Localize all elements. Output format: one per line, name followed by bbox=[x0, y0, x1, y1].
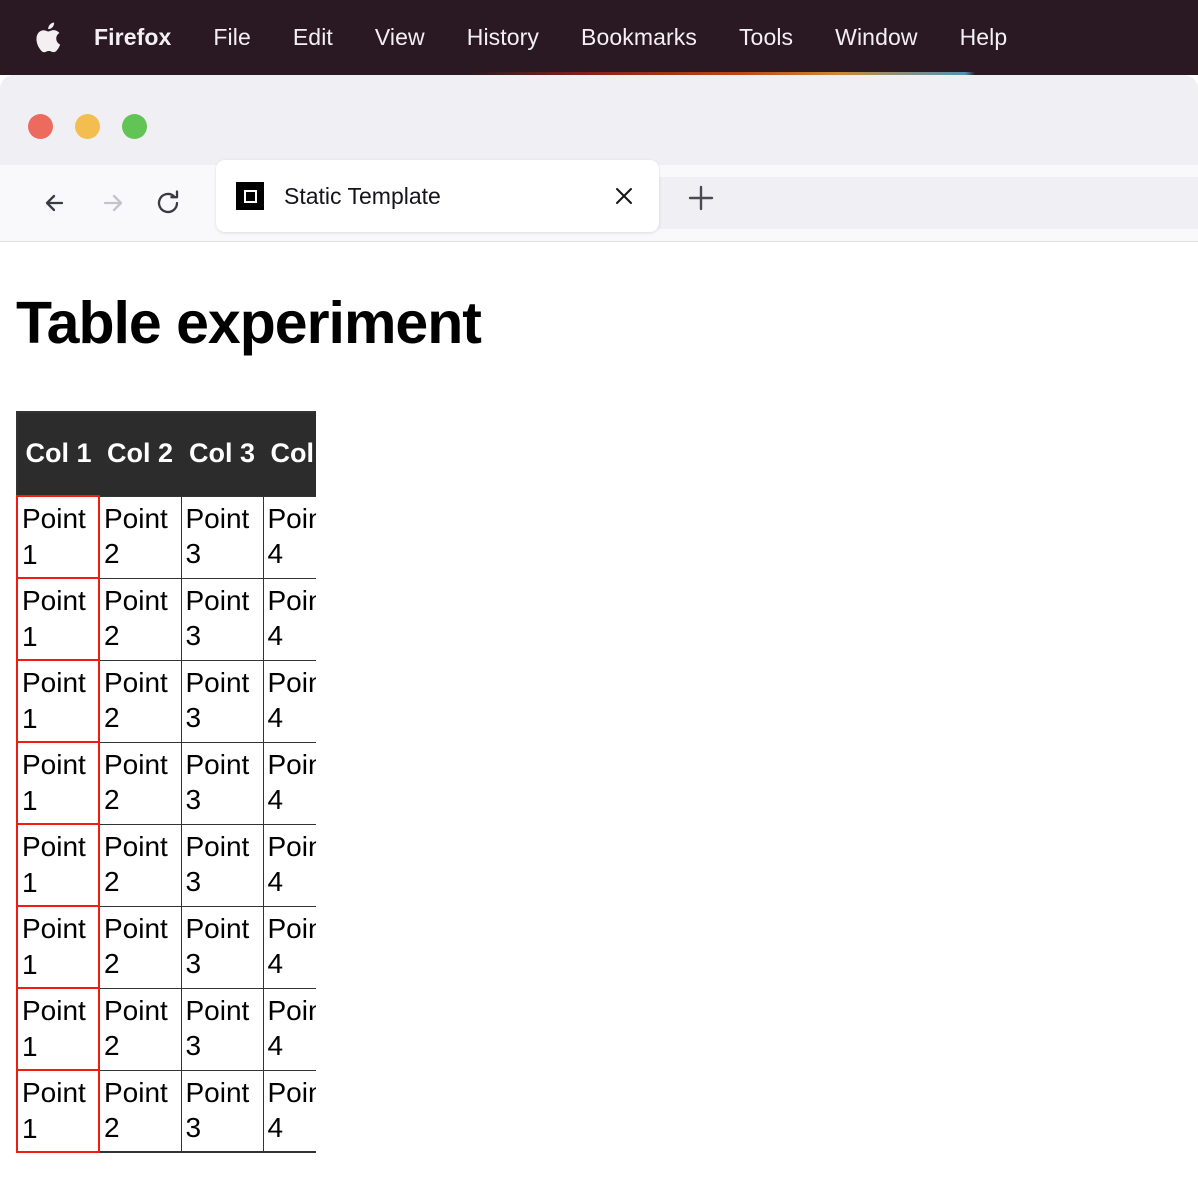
menu-item-view[interactable]: View bbox=[354, 24, 446, 51]
menu-item-window[interactable]: Window bbox=[814, 24, 938, 51]
table-cell[interactable]: Point 3 bbox=[180, 823, 264, 907]
menu-item-help[interactable]: Help bbox=[939, 24, 1029, 51]
menu-item-history[interactable]: History bbox=[446, 24, 560, 51]
table-row: Point 1Point 2Point 3Point 4 bbox=[16, 823, 316, 907]
menu-item-edit[interactable]: Edit bbox=[272, 24, 354, 51]
table-cell[interactable]: Point 3 bbox=[180, 659, 264, 743]
table-row: Point 1Point 2Point 3Point 4 bbox=[16, 577, 316, 661]
page-title: Table experiment bbox=[16, 290, 482, 356]
table-cell[interactable]: Point 3 bbox=[180, 1069, 264, 1153]
apple-logo-icon[interactable] bbox=[34, 21, 62, 55]
table-scroll-container[interactable]: Col 1 Col 2 Col 3 Col 4 Point 1Point 2Po… bbox=[16, 411, 316, 1153]
table-cell[interactable]: Point 4 bbox=[262, 823, 316, 907]
table-row: Point 1Point 2Point 3Point 4 bbox=[16, 495, 316, 579]
table-cell[interactable]: Point 4 bbox=[262, 987, 316, 1071]
table-cell[interactable]: Point 2 bbox=[98, 905, 182, 989]
browser-tab-static-template[interactable]: Static Template bbox=[216, 160, 659, 232]
table-row: Point 1Point 2Point 3Point 4 bbox=[16, 741, 316, 825]
table-cell[interactable]: Point 3 bbox=[180, 741, 264, 825]
table-cell[interactable]: Point 2 bbox=[98, 659, 182, 743]
column-header-col-3[interactable]: Col 3 bbox=[181, 412, 263, 496]
tab-strip: Static Template bbox=[0, 75, 1198, 232]
back-arrow-icon[interactable] bbox=[28, 175, 84, 231]
square-outline-favicon-icon bbox=[236, 182, 264, 210]
new-tab-button[interactable] bbox=[678, 175, 724, 221]
table-cell[interactable]: Point 1 bbox=[16, 905, 100, 989]
table-cell[interactable]: Point 3 bbox=[180, 495, 264, 579]
table-header-row: Col 1 Col 2 Col 3 Col 4 bbox=[17, 412, 316, 496]
table-cell[interactable]: Point 1 bbox=[16, 823, 100, 907]
table-cell[interactable]: Point 4 bbox=[262, 577, 316, 661]
menu-item-firefox[interactable]: Firefox bbox=[86, 24, 192, 51]
table-row: Point 1Point 2Point 3Point 4 bbox=[16, 905, 316, 989]
macos-menu-bar: Firefox File Edit View History Bookmarks… bbox=[0, 0, 1198, 75]
close-window-button[interactable] bbox=[28, 114, 53, 139]
minimize-window-button[interactable] bbox=[75, 114, 100, 139]
table-cell[interactable]: Point 4 bbox=[262, 659, 316, 743]
table-cell[interactable]: Point 2 bbox=[98, 741, 182, 825]
column-header-col-1[interactable]: Col 1 bbox=[17, 412, 99, 496]
table-cell[interactable]: Point 4 bbox=[262, 495, 316, 579]
column-header-col-2[interactable]: Col 2 bbox=[99, 412, 181, 496]
table-cell[interactable]: Point 3 bbox=[180, 987, 264, 1071]
table-cell[interactable]: Point 1 bbox=[16, 659, 100, 743]
table-cell[interactable]: Point 4 bbox=[262, 741, 316, 825]
table-cell[interactable]: Point 2 bbox=[98, 1069, 182, 1153]
table-cell[interactable]: Point 2 bbox=[98, 577, 182, 661]
table-cell[interactable]: Point 1 bbox=[16, 987, 100, 1071]
window-controls bbox=[0, 114, 147, 165]
table-cell[interactable]: Point 1 bbox=[16, 741, 100, 825]
table-cell[interactable]: Point 1 bbox=[16, 1069, 100, 1153]
menu-item-bookmarks[interactable]: Bookmarks bbox=[560, 24, 718, 51]
table-cell[interactable]: Point 3 bbox=[180, 905, 264, 989]
tab-title: Static Template bbox=[284, 182, 441, 209]
table-row: Point 1Point 2Point 3Point 4 bbox=[16, 1069, 316, 1153]
table-cell[interactable]: Point 1 bbox=[16, 577, 100, 661]
table-cell[interactable]: Point 4 bbox=[262, 905, 316, 989]
table-cell[interactable]: Point 3 bbox=[180, 577, 264, 661]
table-cell[interactable]: Point 2 bbox=[98, 823, 182, 907]
column-header-col-4[interactable]: Col 4 bbox=[263, 412, 316, 496]
table-body: Point 1Point 2Point 3Point 4Point 1Point… bbox=[16, 495, 316, 1153]
maximize-window-button[interactable] bbox=[122, 114, 147, 139]
close-tab-icon[interactable] bbox=[609, 181, 639, 211]
table-cell[interactable]: Point 4 bbox=[262, 1069, 316, 1153]
reload-icon[interactable] bbox=[140, 175, 196, 231]
table-cell[interactable]: Point 2 bbox=[98, 495, 182, 579]
experiment-table: Col 1 Col 2 Col 3 Col 4 Point 1Point 2Po… bbox=[16, 411, 316, 1153]
menu-item-file[interactable]: File bbox=[192, 24, 271, 51]
table-head: Col 1 Col 2 Col 3 Col 4 bbox=[17, 412, 316, 496]
table-cell[interactable]: Point 2 bbox=[98, 987, 182, 1071]
menu-item-tools[interactable]: Tools bbox=[718, 24, 814, 51]
firefox-window: Static Template Table experiment Col 1 C… bbox=[0, 75, 1198, 1184]
table-row: Point 1Point 2Point 3Point 4 bbox=[16, 659, 316, 743]
table-row: Point 1Point 2Point 3Point 4 bbox=[16, 987, 316, 1071]
forward-arrow-icon bbox=[84, 175, 140, 231]
table-cell[interactable]: Point 1 bbox=[16, 495, 100, 579]
page-content: Table experiment Col 1 Col 2 Col 3 Col 4… bbox=[0, 242, 1198, 1184]
